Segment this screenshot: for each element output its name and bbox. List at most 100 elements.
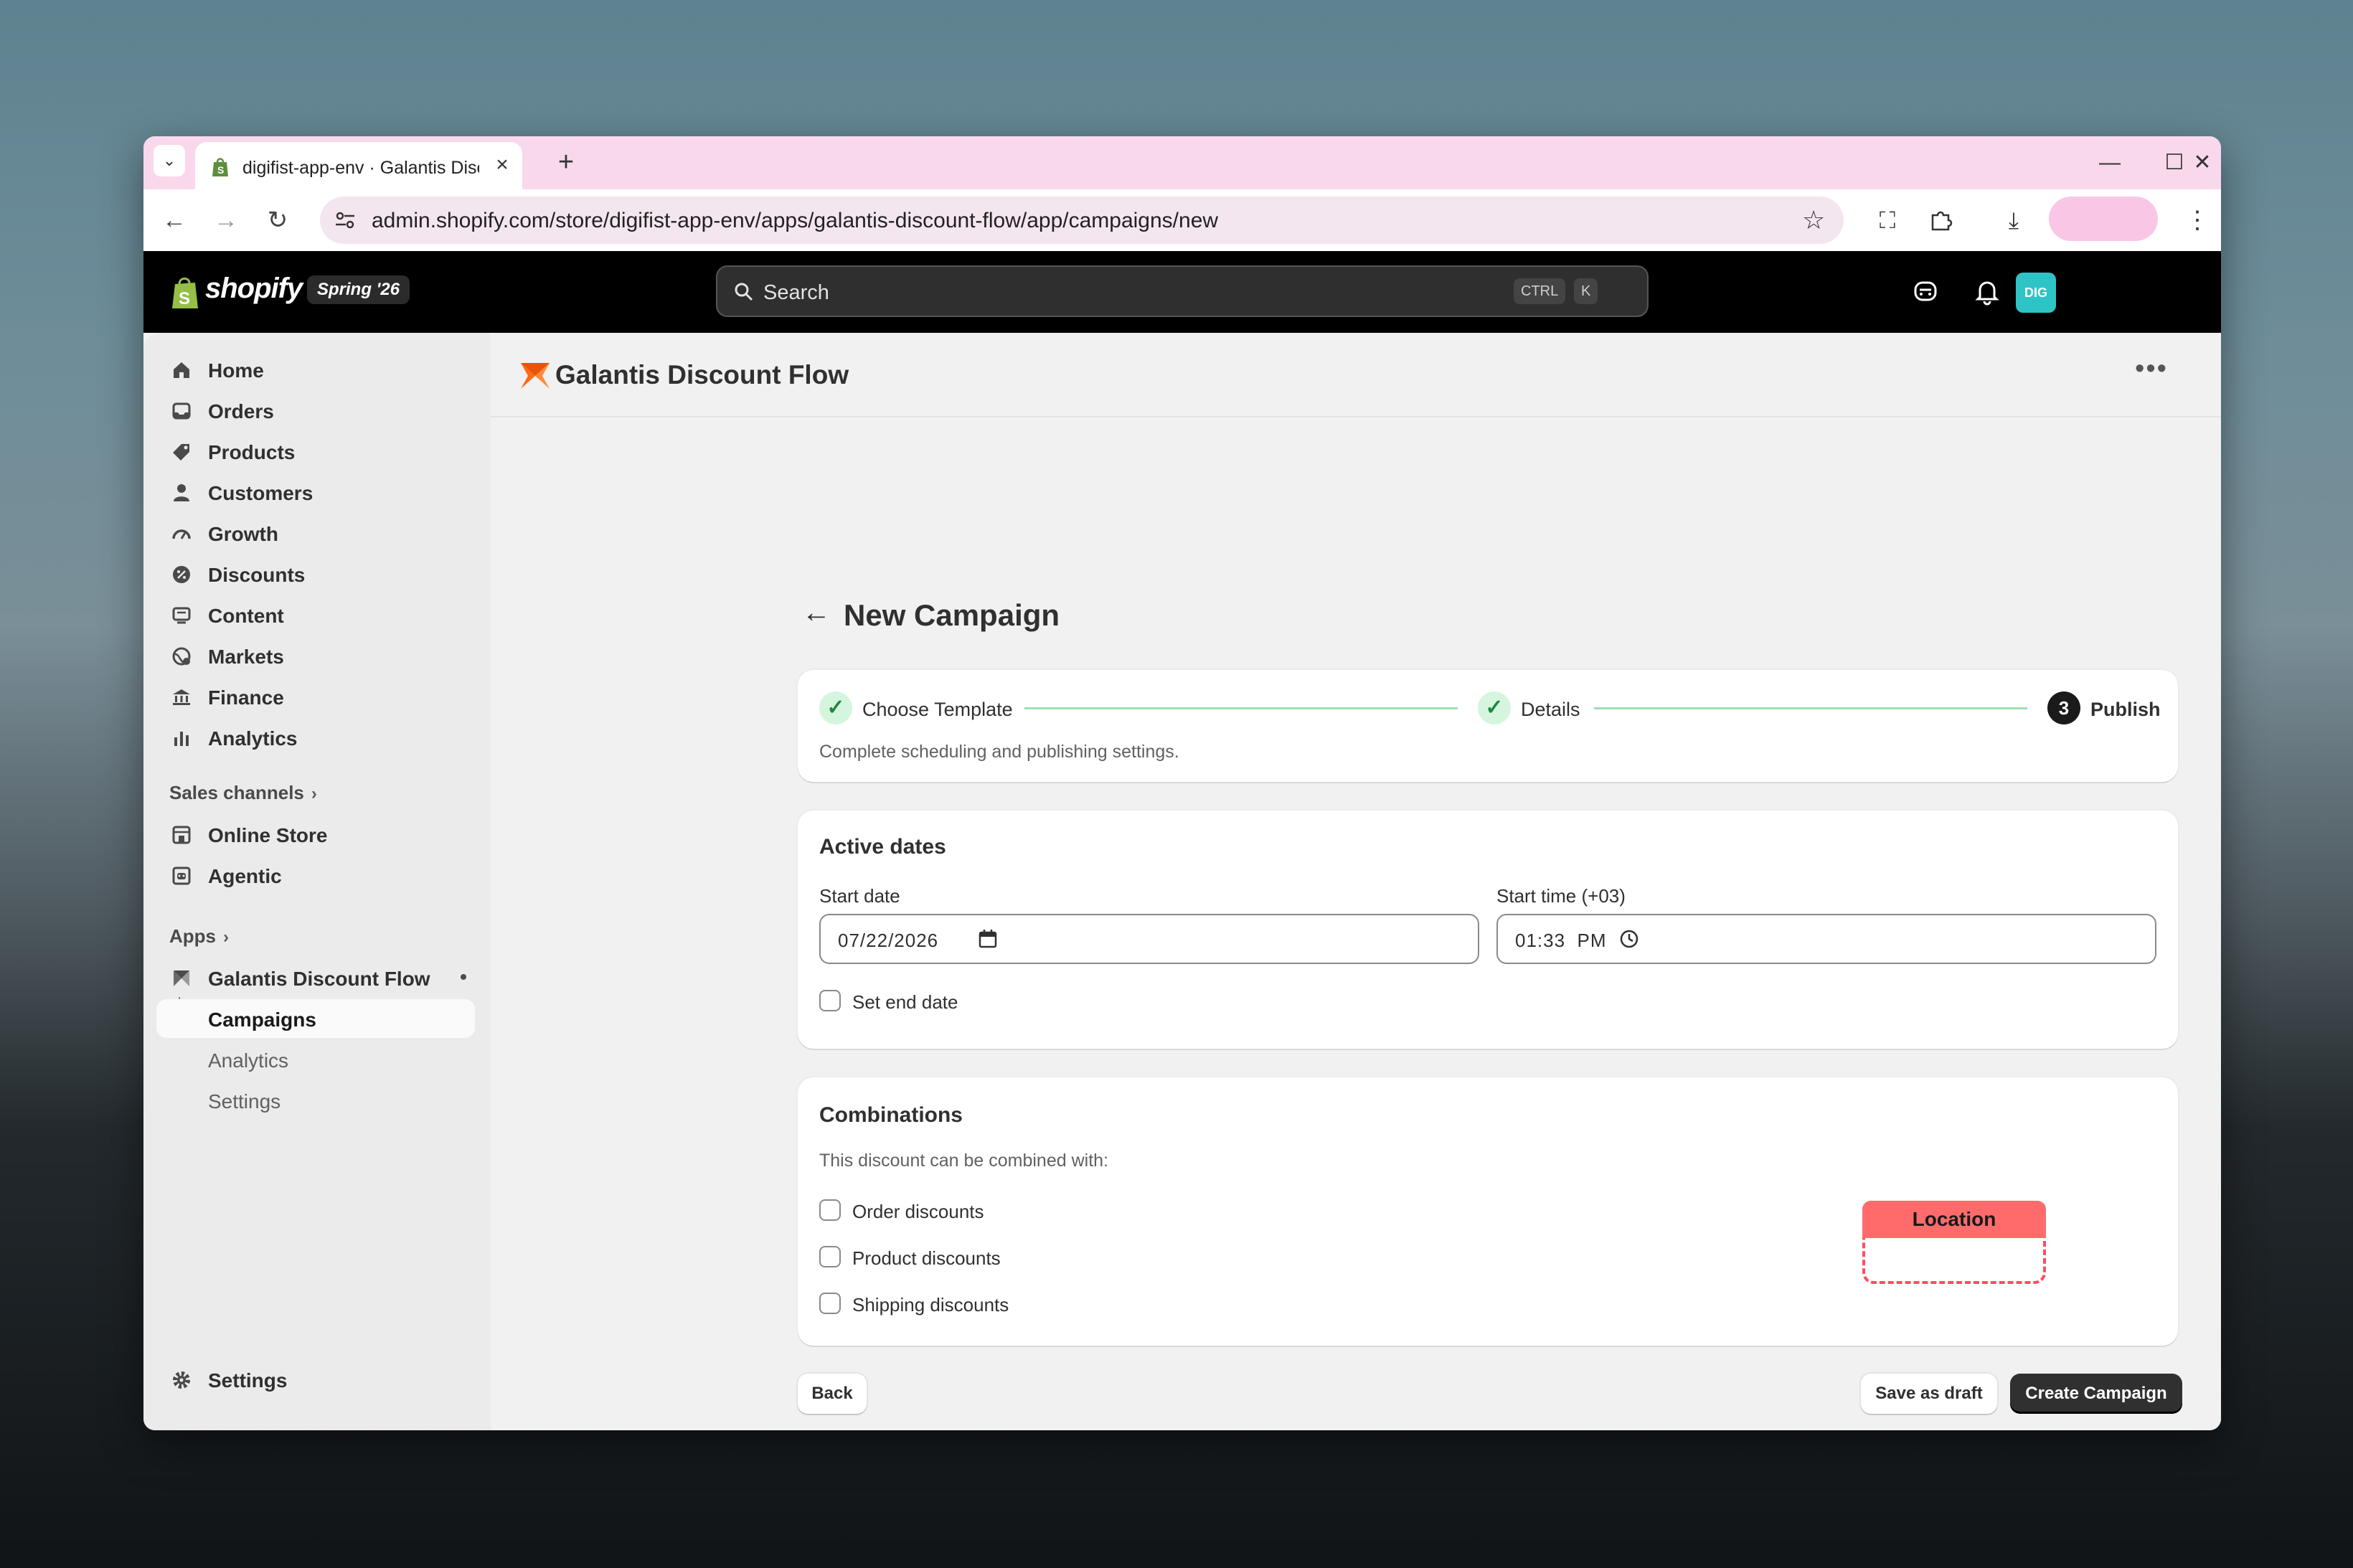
step-number-badge: 3 bbox=[2047, 691, 2080, 724]
clock-icon[interactable] bbox=[1618, 928, 1640, 950]
store-icon bbox=[172, 826, 191, 844]
more-actions-icon[interactable]: ••• bbox=[2133, 354, 2169, 390]
start-date-input[interactable]: 07/22/2026 bbox=[819, 914, 1479, 964]
home-icon bbox=[174, 362, 189, 378]
back-arrow-icon[interactable]: ← bbox=[802, 597, 831, 629]
notification-bell-icon[interactable] bbox=[1968, 273, 2006, 310]
sidebar-item-label: Agentic bbox=[208, 865, 282, 887]
start-time-value: 01:33 PM bbox=[1515, 930, 1607, 951]
back-button[interactable]: Back bbox=[798, 1374, 867, 1414]
sidebar-item-label: Orders bbox=[208, 400, 274, 422]
bookmark-star-icon[interactable]: ☆ bbox=[1802, 205, 1825, 235]
shopify-logo-icon[interactable]: S bbox=[169, 274, 202, 310]
extensions-icon[interactable] bbox=[1924, 204, 1957, 237]
address-bar[interactable]: admin.shopify.com/store/digifist-app-env… bbox=[320, 197, 1844, 244]
sidebar-item-campaigns[interactable]: Campaigns bbox=[156, 999, 475, 1038]
new-tab-icon[interactable]: + bbox=[550, 146, 583, 179]
shopify-top-bar: S shopify Spring '26 Search CTRL K DIG bbox=[143, 251, 2221, 333]
bank-icon bbox=[173, 689, 190, 705]
sidebar-item-app-settings[interactable]: Settings bbox=[156, 1081, 475, 1120]
maximize-icon[interactable]: ☐ bbox=[2156, 146, 2192, 179]
product-discounts-label: Product discounts bbox=[852, 1247, 1001, 1269]
browser-tab[interactable]: S digifist-app-env · Galantis Disco × bbox=[195, 142, 522, 189]
sidebar-item-label: Analytics bbox=[208, 1049, 289, 1072]
combinations-subtitle: This discount can be combined with: bbox=[819, 1151, 1108, 1171]
galantis-app-icon bbox=[174, 970, 189, 986]
step-label-choose-template: Choose Template bbox=[862, 699, 1013, 720]
url-text: admin.shopify.com/store/digifist-app-env… bbox=[372, 209, 1219, 232]
chevron-right-icon: › bbox=[223, 927, 229, 947]
avatar[interactable]: DIG bbox=[2016, 273, 2056, 313]
active-dates-header: Active dates bbox=[819, 835, 946, 859]
step-hint: Complete scheduling and publishing setti… bbox=[819, 742, 1179, 762]
back-nav-icon[interactable]: ← bbox=[158, 204, 191, 237]
app-header: Galantis Discount Flow ••• bbox=[491, 333, 2221, 417]
sidebar-item-home[interactable]: Home bbox=[156, 350, 475, 389]
svg-text:S: S bbox=[217, 164, 224, 176]
sidebar-item-discounts[interactable]: Discounts bbox=[156, 554, 475, 593]
active-dates-card: Active dates Start date 07/22/2026 Start… bbox=[798, 811, 2178, 1049]
browser-toolbar: ← → ↻ admin.shopify.com/store/digifist-a… bbox=[143, 189, 2221, 251]
sidebar-item-label: Content bbox=[208, 605, 284, 627]
page-title: New Campaign bbox=[844, 598, 1060, 632]
minimize-icon[interactable]: — bbox=[2092, 146, 2128, 179]
product-discounts-checkbox[interactable] bbox=[819, 1246, 841, 1267]
content-icon bbox=[172, 607, 191, 624]
screenshot-icon[interactable]: ⛶ bbox=[1871, 204, 1904, 237]
tab-search-button[interactable]: ⌄ bbox=[154, 145, 185, 176]
step-complete-check-icon: ✓ bbox=[819, 691, 852, 724]
apps-header[interactable]: Apps › bbox=[169, 925, 229, 948]
calendar-icon[interactable] bbox=[977, 928, 999, 950]
sidebar-item-customers[interactable]: Customers bbox=[156, 473, 475, 511]
admin-search-input[interactable]: Search CTRL K bbox=[716, 265, 1649, 317]
tab-bar: ⌄ S digifist-app-env · Galantis Disco × … bbox=[143, 136, 2221, 189]
start-time-input[interactable]: 01:33 PM bbox=[1496, 914, 2156, 964]
sidebar-item-label: Galantis Discount Flow bbox=[208, 968, 430, 990]
profile-button[interactable] bbox=[2049, 197, 2158, 241]
sidekick-icon[interactable] bbox=[1907, 273, 1944, 310]
person-icon bbox=[174, 484, 189, 501]
step-label-details: Details bbox=[1521, 699, 1580, 720]
chevron-right-icon: › bbox=[311, 784, 317, 803]
forward-nav-icon[interactable]: → bbox=[209, 204, 242, 237]
sidebar-item-agentic[interactable]: Agentic bbox=[156, 856, 475, 894]
sales-channels-header[interactable]: Sales channels › bbox=[169, 782, 317, 804]
window-close-icon[interactable]: ✕ bbox=[2188, 146, 2217, 179]
search-icon bbox=[735, 283, 753, 301]
sidebar-item-growth[interactable]: Growth bbox=[156, 514, 475, 552]
sidebar-item-analytics[interactable]: Analytics bbox=[156, 718, 475, 757]
sidebar-item-label: Markets bbox=[208, 646, 284, 668]
order-discounts-checkbox[interactable] bbox=[819, 1199, 841, 1221]
set-end-date-checkbox[interactable] bbox=[819, 990, 841, 1011]
location-annotation-label: Location bbox=[1862, 1201, 2046, 1238]
galantis-logo-icon bbox=[521, 363, 550, 389]
browser-menu-icon[interactable]: ⋮ bbox=[2185, 204, 2210, 237]
gear-icon bbox=[173, 1371, 190, 1389]
shipping-discounts-checkbox[interactable] bbox=[819, 1293, 841, 1314]
search-placeholder: Search bbox=[763, 281, 829, 304]
shopify-wordmark: shopify bbox=[205, 273, 303, 304]
start-time-label: Start time (+03) bbox=[1496, 885, 1626, 907]
reload-icon[interactable]: ↻ bbox=[261, 204, 294, 237]
sidebar-item-content[interactable]: Content bbox=[156, 595, 475, 634]
sidebar-item-settings[interactable]: Settings bbox=[156, 1360, 475, 1399]
svg-text:S: S bbox=[179, 289, 190, 308]
step-connector bbox=[1594, 707, 2027, 709]
sidebar-item-finance[interactable]: Finance bbox=[156, 677, 475, 716]
stepper-card: ✓ Choose Template ✓ Details 3 Publish Co… bbox=[798, 670, 2178, 782]
tag-icon bbox=[173, 444, 189, 461]
sidebar-item-orders[interactable]: Orders bbox=[156, 391, 475, 430]
start-date-value: 07/22/2026 bbox=[838, 930, 939, 951]
download-icon[interactable]: ⤓ bbox=[1997, 204, 2030, 237]
create-campaign-button[interactable]: Create Campaign bbox=[2010, 1374, 2182, 1414]
sidebar-item-app-analytics[interactable]: Analytics bbox=[156, 1040, 475, 1079]
sidebar-item-markets[interactable]: Markets bbox=[156, 636, 475, 675]
save-draft-button[interactable]: Save as draft bbox=[1861, 1374, 1997, 1414]
site-settings-icon[interactable] bbox=[333, 208, 357, 232]
close-icon[interactable]: × bbox=[489, 152, 515, 178]
sidebar-item-online-store[interactable]: Online Store bbox=[156, 815, 475, 854]
sidebar-item-products[interactable]: Products bbox=[156, 432, 475, 471]
order-discounts-label: Order discounts bbox=[852, 1201, 984, 1222]
sidebar-item-galantis-app[interactable]: Galantis Discount Flow bbox=[156, 958, 475, 997]
combinations-header: Combinations bbox=[819, 1103, 963, 1127]
